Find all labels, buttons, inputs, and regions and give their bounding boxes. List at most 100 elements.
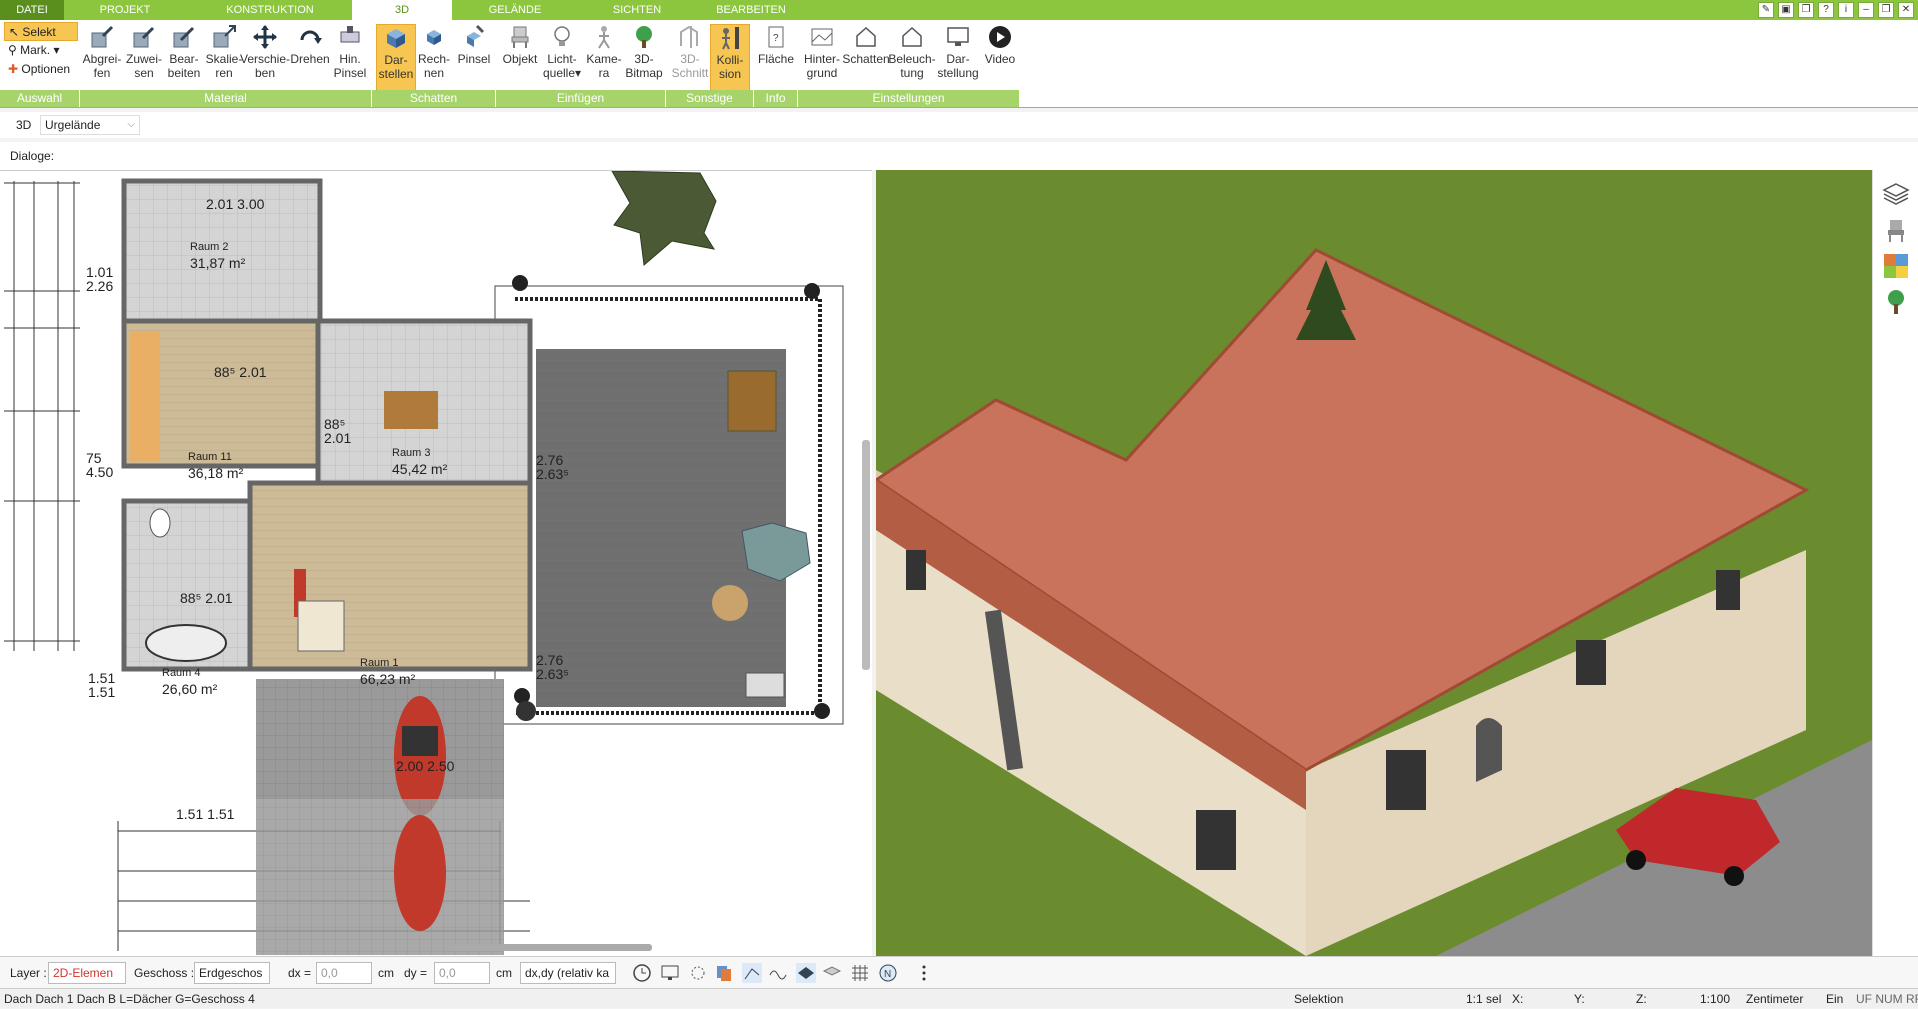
- btn-label-1: Kame-: [586, 52, 622, 66]
- floor-select[interactable]: Erdgeschos: [194, 962, 270, 984]
- floor-plan-canvas[interactable]: [0, 171, 872, 957]
- pane-splitter[interactable]: [862, 440, 870, 670]
- plant-catalog-icon[interactable]: [1882, 288, 1910, 316]
- background-button[interactable]: Hinter-grund: [800, 24, 844, 92]
- grid-icon[interactable]: [850, 963, 870, 983]
- screen-icon[interactable]: [660, 963, 680, 983]
- room-11-name: Raum 11: [188, 451, 232, 463]
- mark-dropdown[interactable]: ⚲ Mark. ▾: [4, 41, 78, 60]
- pick-material-button[interactable]: Abgrei-fen: [80, 24, 124, 92]
- status-selection-info: Dach Dach 1 Dach B L=Dächer G=Geschoss 4: [4, 992, 255, 1006]
- material-catalog-icon[interactable]: [1882, 252, 1910, 280]
- 3d-bitmap-button[interactable]: 3D- Bitmap: [622, 24, 666, 92]
- btn-label-2: sion: [718, 67, 741, 81]
- shadow-display-button[interactable]: Dar-stellen: [376, 24, 416, 92]
- 3d-view[interactable]: [876, 170, 1872, 956]
- terrain-dropdown[interactable]: Urgelände ⌵: [40, 115, 140, 135]
- btn-label-1: 3D-: [634, 52, 654, 66]
- 3d-scene[interactable]: [876, 170, 1872, 956]
- status-y: Y:: [1574, 992, 1585, 1006]
- btn-label-1: Dar-: [946, 52, 970, 66]
- camera-button[interactable]: Kame-ra: [584, 24, 624, 92]
- 3d-section-button[interactable]: 3D- Schnitt: [668, 24, 712, 92]
- area-info-button[interactable]: ? Fläche: [754, 24, 798, 92]
- shadow-brush-button[interactable]: Pinsel: [454, 24, 494, 92]
- minimize-icon[interactable]: –: [1858, 2, 1874, 18]
- hint-brush-button[interactable]: Hin. Pinsel: [328, 24, 372, 92]
- group-einfuegen: Einfügen: [496, 90, 666, 107]
- window-tile-icon[interactable]: ▣: [1778, 2, 1794, 18]
- tab-projekt[interactable]: PROJEKT: [80, 0, 170, 20]
- more-options-icon[interactable]: [914, 963, 934, 983]
- btn-label-1: Beleuch-: [888, 52, 936, 66]
- restore-icon[interactable]: ❐: [1878, 2, 1894, 18]
- plane-tool-icon[interactable]: [796, 963, 816, 983]
- tab-bearbeiten[interactable]: BEARBEITEN: [696, 0, 806, 20]
- dining-table: [384, 391, 438, 429]
- clock-icon[interactable]: [632, 963, 652, 983]
- layer-stack-icon[interactable]: [822, 963, 842, 983]
- dy-input[interactable]: 0,0: [434, 962, 490, 984]
- light-source-button[interactable]: Licht-quelle▾: [540, 24, 584, 92]
- btn-label-1: Abgrei-: [82, 52, 122, 66]
- dim-label: 2.76 2.63⁵: [536, 652, 570, 682]
- wave-tool-icon[interactable]: [768, 963, 788, 983]
- copy-icon[interactable]: [714, 963, 734, 983]
- mode-select[interactable]: dx,dy (relativ ka: [520, 962, 616, 984]
- dimension-rulers: [4, 181, 80, 651]
- btn-label-1: Verschie-: [240, 52, 291, 66]
- edit-material-button[interactable]: Bear-beiten: [162, 24, 206, 92]
- btn-label-2: fen: [93, 66, 111, 80]
- line-tool-icon[interactable]: [742, 963, 762, 983]
- layers-icon[interactable]: [1882, 180, 1910, 208]
- btn-label-1: Dar-: [384, 53, 408, 67]
- insert-object-button[interactable]: Objekt: [500, 24, 540, 92]
- rotate-material-button[interactable]: Drehen: [288, 24, 332, 92]
- layer-select[interactable]: 2D-Elemen: [48, 962, 126, 984]
- move-material-button[interactable]: Verschie-ben: [240, 24, 290, 92]
- status-mode: Selektion: [1294, 992, 1344, 1006]
- svg-text:?: ?: [773, 33, 779, 44]
- tab-konstruktion[interactable]: KONSTRUKTION: [200, 0, 340, 20]
- btn-label-1: Licht-: [547, 52, 577, 66]
- bathtub: [145, 624, 227, 662]
- tab-3d[interactable]: 3D: [352, 0, 452, 20]
- window-cascade-icon[interactable]: ❐: [1798, 2, 1814, 18]
- horizontal-scrollbar[interactable]: [452, 944, 652, 951]
- btn-label-1: 3D-: [680, 52, 700, 66]
- selection-options: ↖ Selekt ⚲ Mark. ▾ ✚ Optionen: [4, 22, 78, 79]
- shadow-compute-button[interactable]: Rech-nen: [414, 24, 454, 92]
- shadow-settings-button[interactable]: Schatten: [842, 24, 890, 92]
- info-icon[interactable]: i: [1838, 2, 1854, 18]
- close-icon[interactable]: ✕: [1898, 2, 1914, 18]
- select-button[interactable]: ↖ Selekt: [4, 22, 78, 41]
- tab-datei[interactable]: DATEI: [0, 0, 64, 20]
- move-arrows-icon: [253, 25, 277, 49]
- room-2-area: 31,87 m²: [190, 255, 246, 271]
- collision-button[interactable]: Kolli-sion: [710, 24, 750, 92]
- bottom-toolbar: Layer : 2D-Elemen Geschoss : Erdgeschos …: [0, 956, 1918, 988]
- north-icon[interactable]: N: [878, 963, 898, 983]
- unit-label: cm: [378, 966, 394, 980]
- unit-label: cm: [496, 966, 512, 980]
- tab-sichten[interactable]: SICHTEN: [592, 0, 682, 20]
- floor-plan-view[interactable]: Raum 2 31,87 m² Raum 11 36,18 m² Raum 3 …: [0, 170, 872, 956]
- dx-label: dx =: [288, 966, 312, 980]
- snap-icon[interactable]: [688, 963, 708, 983]
- help-icon[interactable]: ?: [1818, 2, 1834, 18]
- window-3d: [1576, 640, 1606, 685]
- play-icon: [989, 26, 1011, 48]
- tab-gelaende[interactable]: GELÄNDE: [470, 0, 560, 20]
- assign-material-button[interactable]: Zuwei-sen: [122, 24, 166, 92]
- video-button[interactable]: Video: [980, 24, 1020, 92]
- display-settings-button[interactable]: Dar-stellung: [934, 24, 982, 92]
- furniture-catalog-icon[interactable]: [1882, 216, 1910, 244]
- brush-tool-icon[interactable]: ✎: [1758, 2, 1774, 18]
- dim-label: 1.01 2.26: [86, 264, 114, 294]
- options-button[interactable]: ✚ Optionen: [4, 60, 78, 79]
- btn-label-2: stellen: [378, 67, 414, 81]
- view-3d-label: 3D: [16, 118, 32, 132]
- dim-label: 88⁵ 2.01: [214, 364, 267, 380]
- dx-input[interactable]: 0,0: [316, 962, 372, 984]
- lighting-button[interactable]: Beleuch-tung: [888, 24, 936, 92]
